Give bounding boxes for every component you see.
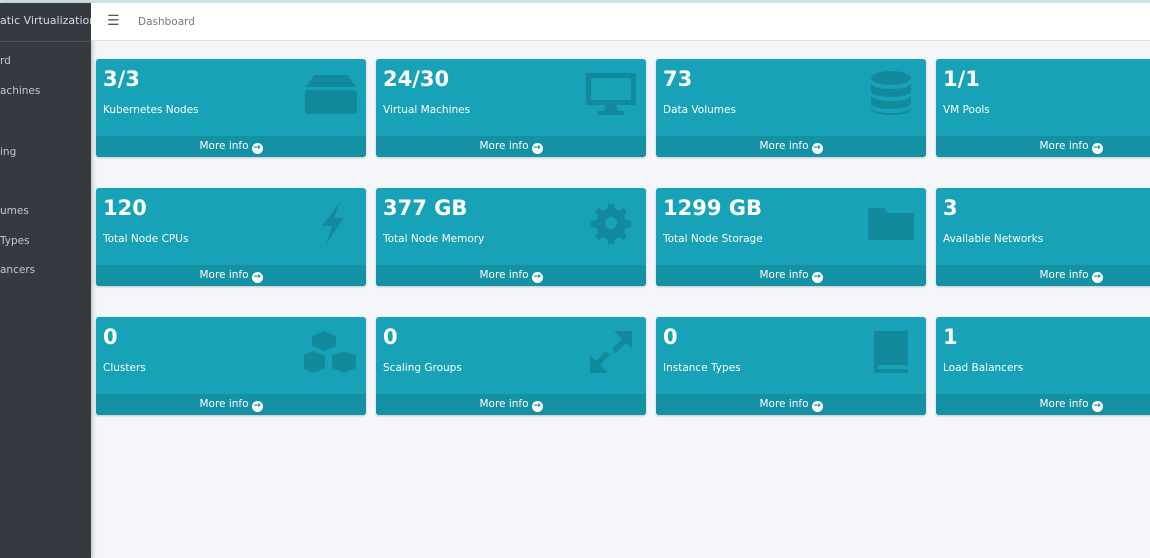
card-scaling-groups: 0 Scaling Groups More info → [376, 317, 646, 415]
arrow-circle-right-icon: → [811, 272, 823, 283]
card-total-node-memory: 377 GB Total Node Memory More info → [376, 188, 646, 286]
gear-icon [584, 200, 638, 246]
card-value: 24/30 [383, 67, 450, 91]
card-value: 3 [943, 196, 958, 220]
sidebar-item-scaling[interactable]: ing [0, 146, 16, 158]
sidebar: atic Virtualization rd achines ing umes … [0, 3, 91, 558]
arrow-circle-right-icon: → [811, 143, 823, 154]
arrow-circle-right-icon: → [251, 143, 263, 154]
card-value: 3/3 [103, 67, 140, 91]
arrow-circle-right-icon: → [1091, 272, 1103, 283]
more-info-link[interactable]: More info → [936, 136, 1150, 157]
more-info-link[interactable]: More info → [376, 394, 646, 415]
more-info-link[interactable]: More info → [96, 136, 366, 157]
more-info-link[interactable]: More info → [656, 394, 926, 415]
card-value: 1299 GB [663, 196, 763, 220]
sidebar-item-virtual-machines[interactable]: achines [0, 85, 40, 97]
card-label: Scaling Groups [383, 362, 462, 374]
card-vm-pools: 1/1 VM Pools More info → [936, 59, 1150, 157]
card-label: Clusters [103, 362, 146, 374]
card-data-volumes: 73 Data Volumes More info → [656, 59, 926, 157]
card-value: 0 [383, 325, 398, 349]
card-value: 120 [103, 196, 147, 220]
more-info-label: More info [1039, 269, 1089, 281]
more-info-link[interactable]: More info → [376, 265, 646, 286]
folder-icon [864, 200, 918, 246]
card-value: 1/1 [943, 67, 980, 91]
arrow-circle-right-icon: → [1091, 401, 1103, 412]
card-value: 73 [663, 67, 693, 91]
more-info-link[interactable]: More info → [96, 394, 366, 415]
more-info-label: More info [199, 398, 249, 410]
card-available-networks: 3 Available Networks More info → [936, 188, 1150, 286]
balance-icon [1144, 329, 1150, 375]
card-virtual-machines: 24/30 Virtual Machines More info → [376, 59, 646, 157]
arrow-circle-right-icon: → [251, 401, 263, 412]
more-info-link[interactable]: More info → [376, 136, 646, 157]
more-info-link[interactable]: More info → [936, 265, 1150, 286]
expand-icon [584, 329, 638, 375]
card-label: Virtual Machines [383, 104, 471, 116]
arrow-circle-right-icon: → [531, 143, 543, 154]
more-info-label: More info [759, 398, 809, 410]
more-info-label: More info [199, 269, 249, 281]
card-kubernetes-nodes: 3/3 Kubernetes Nodes More info → [96, 59, 366, 157]
more-info-label: More info [759, 140, 809, 152]
card-load-balancers: 1 Load Balancers More info → [936, 317, 1150, 415]
card-label: Total Node Memory [383, 233, 485, 245]
sidebar-item-load-balancers[interactable]: ancers [0, 264, 35, 276]
card-value: 1 [943, 325, 958, 349]
sidebar-item-volumes[interactable]: umes [0, 205, 29, 217]
breadcrumb[interactable]: Dashboard [138, 16, 195, 28]
card-label: Load Balancers [943, 362, 1024, 374]
card-instance-types: 0 Instance Types More info → [656, 317, 926, 415]
more-info-link[interactable]: More info → [656, 265, 926, 286]
more-info-label: More info [479, 269, 529, 281]
top-header: ☰ Dashboard [91, 3, 1150, 41]
sidebar-item-instance-types[interactable]: Types [0, 235, 30, 247]
bolt-icon [304, 200, 358, 246]
more-info-label: More info [479, 140, 529, 152]
card-label: Total Node CPUs [103, 233, 189, 245]
arrow-circle-right-icon: → [1091, 143, 1103, 154]
card-label: Kubernetes Nodes [103, 104, 199, 116]
book-icon [864, 329, 918, 375]
card-label: VM Pools [943, 104, 990, 116]
card-value: 377 GB [383, 196, 468, 220]
more-info-link[interactable]: More info → [96, 265, 366, 286]
pool-icon [1144, 71, 1150, 117]
card-value: 0 [663, 325, 678, 349]
more-info-label: More info [479, 398, 529, 410]
arrow-circle-right-icon: → [251, 272, 263, 283]
network-icon [1144, 200, 1150, 246]
card-total-node-cpus: 120 Total Node CPUs More info → [96, 188, 366, 286]
card-label: Total Node Storage [663, 233, 763, 245]
card-total-node-storage: 1299 GB Total Node Storage More info → [656, 188, 926, 286]
arrow-circle-right-icon: → [811, 401, 823, 412]
more-info-link[interactable]: More info → [656, 136, 926, 157]
more-info-link[interactable]: More info → [936, 394, 1150, 415]
sidebar-item-dashboard[interactable]: rd [0, 55, 11, 67]
server-icon [304, 71, 358, 117]
card-label: Available Networks [943, 233, 1044, 245]
card-clusters: 0 Clusters More info → [96, 317, 366, 415]
arrow-circle-right-icon: → [531, 272, 543, 283]
more-info-label: More info [199, 140, 249, 152]
more-info-label: More info [759, 269, 809, 281]
more-info-label: More info [1039, 398, 1089, 410]
cubes-icon [301, 329, 358, 375]
card-label: Data Volumes [663, 104, 736, 116]
card-label: Instance Types [663, 362, 741, 374]
database-icon [864, 71, 918, 117]
hamburger-icon[interactable]: ☰ [107, 13, 120, 29]
brand-title[interactable]: atic Virtualization [0, 3, 91, 42]
arrow-circle-right-icon: → [531, 401, 543, 412]
more-info-label: More info [1039, 140, 1089, 152]
desktop-icon [584, 71, 638, 117]
card-value: 0 [103, 325, 118, 349]
